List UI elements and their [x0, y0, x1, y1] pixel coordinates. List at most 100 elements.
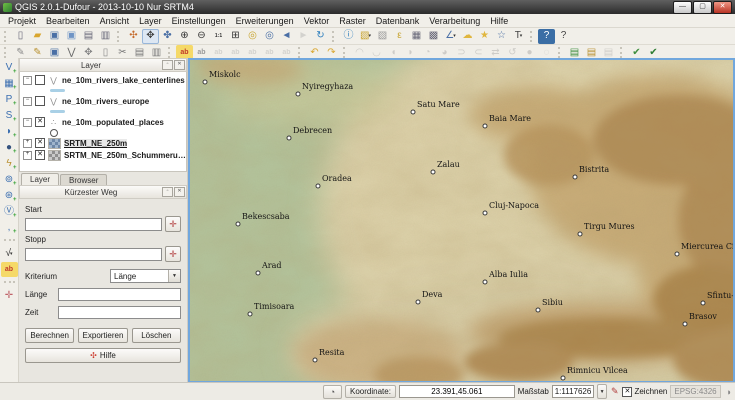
- pick-start-button[interactable]: ✛: [165, 216, 181, 232]
- touch-zoom-pan-icon[interactable]: ✣: [125, 29, 142, 44]
- map-canvas[interactable]: MiskolcNyiregyhazaSatu MareBaia MareDebr…: [188, 58, 735, 383]
- stop-input[interactable]: [25, 248, 162, 261]
- field-calculator-icon[interactable]: ▩: [425, 29, 442, 44]
- text-annotation-dropdown-icon[interactable]: ▾: [520, 33, 523, 39]
- layer-item-ne-10m-populated-places[interactable]: −✕∴ne_10m_populated_places: [20, 116, 186, 128]
- shortest-path-float-button[interactable]: ▫: [162, 187, 173, 197]
- add-postgis-layer-icon[interactable]: P+: [1, 92, 18, 107]
- menu-projekt[interactable]: Projekt: [3, 16, 41, 26]
- export-button[interactable]: Exportieren: [78, 328, 127, 343]
- open-attribute-table-icon[interactable]: ▦: [408, 29, 425, 44]
- add-wfs-layer-icon[interactable]: Ⓥ+: [1, 204, 18, 219]
- menu-einstellungen[interactable]: Einstellungen: [167, 16, 231, 26]
- menu-layer[interactable]: Layer: [134, 16, 167, 26]
- add-raster-layer-icon[interactable]: ▦+: [1, 76, 18, 91]
- calculate-button[interactable]: Berechnen: [25, 328, 74, 343]
- new-project-icon[interactable]: ▯: [12, 29, 29, 44]
- layers-panel-float-button[interactable]: ▫: [162, 60, 173, 70]
- select-by-expression-icon[interactable]: ε: [391, 29, 408, 44]
- pan-to-selection-icon[interactable]: ✤: [159, 29, 176, 44]
- labels-tool-icon[interactable]: ab: [1, 262, 18, 277]
- select-features-dropdown-icon[interactable]: ▾: [368, 33, 371, 39]
- layer-checkbox[interactable]: ✕: [35, 150, 45, 160]
- crs-globe-icon[interactable]: ◑: [724, 387, 733, 397]
- layer-item-srtm-ne-250m[interactable]: +✕SRTM_NE_250m: [20, 137, 186, 149]
- shortest-path-close-button[interactable]: ✕: [174, 187, 185, 197]
- add-wcs-layer-icon[interactable]: ⊛+: [1, 188, 18, 203]
- show-bookmarks-icon[interactable]: ☆: [493, 29, 510, 44]
- scale-value[interactable]: 1:1117626: [552, 385, 594, 398]
- length-input[interactable]: [58, 288, 181, 301]
- new-print-composer-icon[interactable]: ▤: [80, 29, 97, 44]
- save-project-as-icon[interactable]: ▣: [63, 29, 80, 44]
- query-tool-dropdown-icon[interactable]: ▾: [10, 251, 13, 257]
- stop-render-icon[interactable]: ✎: [610, 386, 619, 397]
- menu-vektor[interactable]: Vektor: [299, 16, 335, 26]
- start-input[interactable]: [25, 218, 162, 231]
- menu-bearbeiten[interactable]: Bearbeiten: [41, 16, 95, 26]
- help-contents-icon[interactable]: ?: [538, 29, 555, 44]
- add-oracle-layer-icon[interactable]: ●+: [1, 140, 18, 155]
- refresh-icon[interactable]: ↻: [312, 29, 329, 44]
- zoom-to-selection-icon[interactable]: ◎: [244, 29, 261, 44]
- coordinate-input[interactable]: [399, 385, 515, 398]
- add-wms-layer-icon[interactable]: ⊚+: [1, 172, 18, 187]
- zoom-next-icon[interactable]: ►: [295, 29, 312, 44]
- render-checkbox[interactable]: ✕ Zeichnen: [622, 387, 667, 397]
- layer-expander-icon[interactable]: +: [23, 151, 32, 160]
- measure-dropdown-icon[interactable]: ▾: [453, 33, 456, 39]
- zoom-out-icon[interactable]: ⊖: [193, 29, 210, 44]
- select-features-icon[interactable]: ▧▾: [357, 29, 374, 44]
- zoom-native-icon[interactable]: 1:1: [210, 29, 227, 44]
- whats-this-icon[interactable]: ?: [555, 29, 572, 44]
- menu-raster[interactable]: Raster: [334, 16, 371, 26]
- time-input[interactable]: [58, 306, 181, 319]
- menu-erweiterungen[interactable]: Erweiterungen: [231, 16, 299, 26]
- layer-item-srtm-ne-250m-schummerung-300[interactable]: +✕SRTM_NE_250m_Schummerung_300...: [20, 149, 186, 161]
- layer-item-ne-10m-rivers-lake-centerlines[interactable]: −⋁ne_10m_rivers_lake_centerlines: [20, 74, 186, 86]
- layers-panel-close-button[interactable]: ✕: [174, 60, 185, 70]
- gps-crosshair-tool-icon[interactable]: ✛: [1, 288, 18, 303]
- layer-checkbox[interactable]: ✕: [35, 138, 45, 148]
- coordinate-label[interactable]: Koordinate:: [345, 385, 396, 398]
- text-annotation-icon[interactable]: T▾: [510, 29, 527, 44]
- add-sqlanywhere-layer-icon[interactable]: ϟ+: [1, 156, 18, 171]
- add-mssql-layer-icon[interactable]: ◗+: [1, 124, 18, 139]
- maximize-button[interactable]: ▢: [693, 1, 712, 14]
- layer-checkbox[interactable]: [35, 96, 45, 106]
- scale-dropdown-button[interactable]: ▼: [597, 384, 607, 399]
- open-project-icon[interactable]: ▰: [29, 29, 46, 44]
- menu-ansicht[interactable]: Ansicht: [95, 16, 135, 26]
- pick-stop-button[interactable]: ✛: [165, 246, 181, 262]
- tab-layer[interactable]: Layer: [21, 173, 59, 185]
- tab-browser[interactable]: Browser: [60, 174, 107, 185]
- zoom-last-icon[interactable]: ◄: [278, 29, 295, 44]
- layer-checkbox[interactable]: [35, 75, 45, 85]
- layer-expander-icon[interactable]: −: [23, 118, 32, 127]
- add-delimited-text-layer-icon[interactable]: ,+: [1, 220, 18, 235]
- layer-expander-icon[interactable]: −: [23, 97, 32, 106]
- layer-checkbox[interactable]: ✕: [35, 117, 45, 127]
- composer-manager-icon[interactable]: ▥: [97, 29, 114, 44]
- add-spatialite-layer-icon[interactable]: S+: [1, 108, 18, 123]
- add-vector-layer-icon[interactable]: V+: [1, 60, 18, 75]
- menu-datenbank[interactable]: Datenbank: [371, 16, 425, 26]
- deselect-all-icon[interactable]: ▧: [374, 29, 391, 44]
- layer-expander-icon[interactable]: +: [23, 139, 32, 148]
- zoom-to-layer-icon[interactable]: ◎: [261, 29, 278, 44]
- minimize-button[interactable]: —: [673, 1, 692, 14]
- new-bookmark-icon[interactable]: ★: [476, 29, 493, 44]
- close-button[interactable]: ✕: [713, 1, 732, 14]
- pan-map-icon[interactable]: ✥: [142, 29, 159, 44]
- extent-tracking-button[interactable]: ◔: [323, 385, 342, 399]
- measure-icon[interactable]: ∠▾: [442, 29, 459, 44]
- zoom-in-icon[interactable]: ⊕: [176, 29, 193, 44]
- query-tool-icon[interactable]: √▾: [1, 246, 18, 261]
- criterion-select[interactable]: Länge ▼: [110, 269, 181, 283]
- help-button[interactable]: ✣ Hilfe: [25, 348, 181, 363]
- identify-features-icon[interactable]: ⓘ: [340, 29, 357, 44]
- crs-status[interactable]: EPSG:4326: [670, 385, 720, 398]
- map-tips-icon[interactable]: ☁: [459, 29, 476, 44]
- zoom-full-icon[interactable]: ⊞: [227, 29, 244, 44]
- menu-hilfe[interactable]: Hilfe: [485, 16, 513, 26]
